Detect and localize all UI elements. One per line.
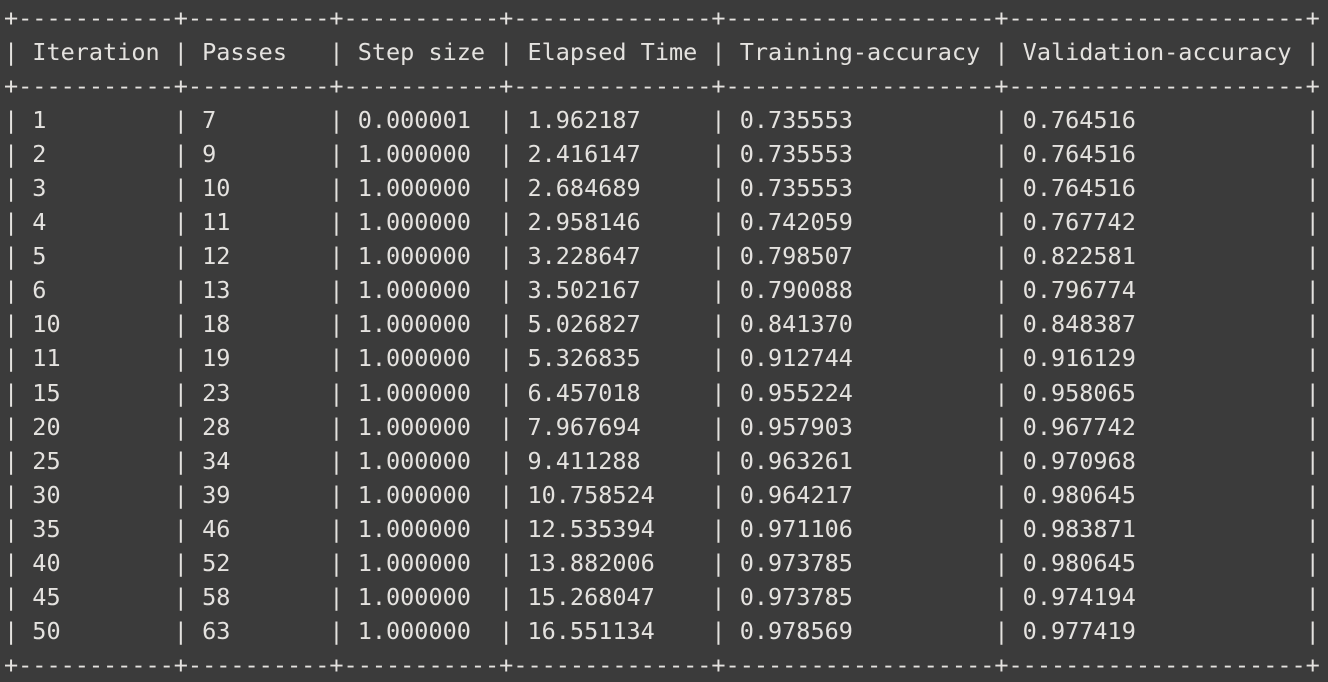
table-row: | 20 | 28 | 1.000000 | 7.967694 | 0.9579…: [4, 410, 1328, 444]
table-border-bottom: +-----------+----------+-----------+----…: [4, 648, 1328, 682]
table-row: | 45 | 58 | 1.000000 | 15.268047 | 0.973…: [4, 580, 1328, 614]
table-row: | 3 | 10 | 1.000000 | 2.684689 | 0.73555…: [4, 171, 1328, 205]
table-row: | 11 | 19 | 1.000000 | 5.326835 | 0.9127…: [4, 341, 1328, 375]
table-row: | 1 | 7 | 0.000001 | 1.962187 | 0.735553…: [4, 103, 1328, 137]
table-row: | 25 | 34 | 1.000000 | 9.411288 | 0.9632…: [4, 444, 1328, 478]
table-border-header: +-----------+----------+-----------+----…: [4, 69, 1328, 103]
table-row: | 15 | 23 | 1.000000 | 6.457018 | 0.9552…: [4, 376, 1328, 410]
table-header-row: | Iteration | Passes | Step size | Elaps…: [4, 35, 1328, 69]
table-row: | 30 | 39 | 1.000000 | 10.758524 | 0.964…: [4, 478, 1328, 512]
table-row: | 5 | 12 | 1.000000 | 3.228647 | 0.79850…: [4, 239, 1328, 273]
terminal-window: +-----------+----------+-----------+----…: [0, 0, 1328, 682]
table-border-top: +-----------+----------+-----------+----…: [4, 1, 1328, 35]
table-row: | 35 | 46 | 1.000000 | 12.535394 | 0.971…: [4, 512, 1328, 546]
table-row: | 4 | 11 | 1.000000 | 2.958146 | 0.74205…: [4, 205, 1328, 239]
table-row: | 10 | 18 | 1.000000 | 5.026827 | 0.8413…: [4, 307, 1328, 341]
table-row: | 50 | 63 | 1.000000 | 16.551134 | 0.978…: [4, 614, 1328, 648]
training-progress-table: +-----------+----------+-----------+----…: [4, 1, 1328, 682]
table-row: | 6 | 13 | 1.000000 | 3.502167 | 0.79008…: [4, 273, 1328, 307]
table-row: | 40 | 52 | 1.000000 | 13.882006 | 0.973…: [4, 546, 1328, 580]
table-row: | 2 | 9 | 1.000000 | 2.416147 | 0.735553…: [4, 137, 1328, 171]
